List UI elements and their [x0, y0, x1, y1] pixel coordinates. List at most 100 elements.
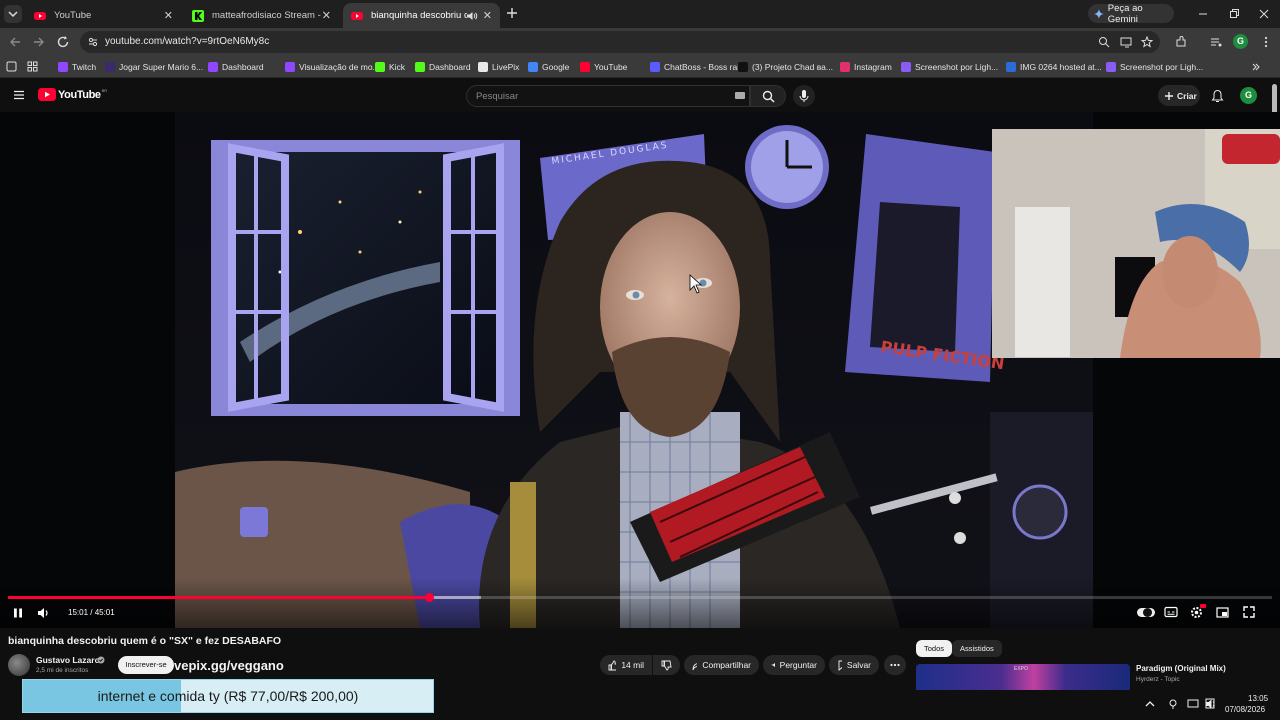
close-icon[interactable]: ✕ [483, 9, 492, 22]
kick-icon [192, 9, 204, 22]
channel-name[interactable]: Gustavo Lazaro [36, 655, 100, 665]
bookmark-label: Jogar Super Mario 6... [119, 62, 204, 72]
bookmark-item[interactable]: Kick [375, 61, 405, 73]
url-text: youtube.com/watch?v=9rtOeN6My8c [105, 36, 270, 47]
chip-assistidos[interactable]: Assistidos [952, 640, 1002, 657]
youtube-logo-text: YouTube [58, 88, 101, 101]
profile-avatar[interactable]: G [1233, 34, 1248, 49]
tab-youtube[interactable]: YouTube ✕ [26, 3, 181, 28]
chip-todos[interactable]: Todos [916, 640, 953, 657]
bookmark-star-icon[interactable] [1141, 36, 1153, 48]
pause-icon[interactable] [12, 607, 24, 619]
cast-icon[interactable] [1120, 36, 1132, 48]
back-icon[interactable] [8, 35, 22, 49]
progress-bar[interactable] [8, 593, 1272, 602]
progress-scrubber[interactable] [424, 593, 434, 602]
search-input[interactable]: Pesquisar [466, 85, 750, 107]
bookmark-item[interactable]: Screenshot por Ligh... [901, 61, 998, 73]
tab-list-button[interactable] [4, 5, 22, 23]
extensions-icon[interactable] [1174, 35, 1188, 49]
voice-search-button[interactable] [793, 85, 815, 107]
keyboard-icon[interactable] [735, 92, 745, 100]
miniplayer-icon[interactable] [1216, 607, 1229, 618]
bookmark-item[interactable]: YouTube [580, 61, 627, 73]
tab-current-video[interactable]: bianquinha descobriu quem é o ✕ [343, 3, 500, 28]
bookmark-item[interactable]: Visualização de mo... [285, 61, 380, 73]
share-button[interactable]: Compartilhar [684, 655, 759, 675]
reload-icon[interactable] [56, 35, 70, 49]
sparkle-icon [771, 663, 775, 667]
menu-dots-icon[interactable] [1259, 35, 1273, 49]
chevron-right-icon[interactable] [1251, 62, 1261, 72]
create-button[interactable]: Criar [1158, 85, 1200, 106]
recommended-thumbnail[interactable]: EXPO [916, 664, 1130, 690]
bookmark-label: YouTube [594, 62, 628, 72]
location-icon[interactable] [1167, 698, 1179, 710]
hamburger-menu-icon[interactable] [13, 89, 25, 101]
clock-date[interactable]: 07/08/2026 [1225, 705, 1265, 714]
restore-button[interactable] [1227, 7, 1241, 21]
like-button[interactable]: 14 mil [600, 655, 652, 675]
tray-chevron-icon[interactable] [1144, 698, 1156, 710]
time-display: 15:01 / 45:01 [68, 608, 115, 617]
close-window-button[interactable] [1257, 7, 1271, 21]
bookmark-favicon-icon [1106, 62, 1116, 72]
bookmark-item[interactable]: ChatBoss - Boss rai... [650, 61, 746, 73]
clock-time[interactable]: 13:05 [1248, 694, 1268, 703]
bookmark-favicon-icon [375, 62, 385, 72]
fullscreen-icon[interactable] [1243, 606, 1255, 618]
search-button[interactable] [750, 85, 786, 107]
volume-icon[interactable] [37, 607, 50, 619]
youtube-logo[interactable]: YouTube BR [38, 88, 107, 101]
notifications-bell-icon[interactable] [1211, 89, 1224, 103]
channel-avatar[interactable] [8, 654, 30, 676]
bookmark-item[interactable]: LivePix [478, 61, 519, 73]
more-actions-button[interactable] [884, 655, 906, 675]
bookmarks-icon[interactable] [6, 61, 17, 72]
tab-kick-stream[interactable]: matteafrodisiaco Stream - Watch ✕ [184, 3, 339, 28]
tab-title: YouTube [54, 10, 92, 21]
site-info-icon[interactable] [87, 36, 99, 48]
share-label: Compartilhar [702, 660, 751, 670]
close-icon[interactable]: ✕ [322, 9, 331, 22]
gemini-button[interactable]: Peça ao Gemini [1088, 2, 1174, 25]
bookmark-favicon-icon [105, 62, 115, 72]
save-button[interactable]: Salvar [829, 655, 879, 675]
youtube-play-logo-icon [38, 88, 56, 101]
account-avatar[interactable]: G [1240, 87, 1257, 104]
zoom-icon[interactable] [1098, 36, 1110, 48]
video-player[interactable]: MICHAEL DOUGLAS PULP FICTION 15:01 / 45:… [0, 112, 1280, 628]
youtube-icon [351, 11, 363, 20]
controls-gradient [0, 578, 1280, 628]
display-icon[interactable] [1187, 698, 1199, 710]
subtitles-icon[interactable] [1164, 606, 1178, 618]
bookmark-item[interactable]: Instagram [840, 61, 892, 73]
bookmark-item[interactable]: IMG 0264 hosted at... [1006, 61, 1102, 73]
bookmark-favicon-icon [1006, 62, 1016, 72]
bookmark-label: Dashboard [429, 62, 471, 72]
overlay-link-text: vepix.gg/veggano [174, 658, 284, 673]
media-control-icon[interactable] [1209, 35, 1223, 49]
recommended-title[interactable]: Paradigm (Original Mix) [1136, 664, 1226, 673]
close-icon[interactable]: ✕ [164, 9, 173, 22]
new-tab-button[interactable] [505, 6, 519, 20]
bookmark-item[interactable]: Google [528, 61, 569, 73]
minimize-button[interactable] [1196, 7, 1210, 21]
autoplay-toggle[interactable] [1137, 608, 1155, 617]
address-bar[interactable]: youtube.com/watch?v=9rtOeN6My8c [80, 31, 1160, 53]
subscribe-button[interactable]: Inscrever-se [118, 656, 174, 674]
speaker-icon[interactable] [466, 10, 478, 22]
speaker-icon[interactable] [1205, 698, 1217, 710]
apps-grid-icon[interactable] [27, 61, 38, 72]
bookmark-item[interactable]: Twitch [58, 61, 96, 73]
gemini-label: Peça ao Gemini [1107, 2, 1143, 25]
bookmark-item[interactable]: Dashboard [415, 61, 471, 73]
dislike-button[interactable] [653, 655, 680, 675]
bookmark-item[interactable]: Screenshot por Ligh... [1106, 61, 1203, 73]
bookmark-item[interactable]: Dashboard [208, 61, 264, 73]
bookmark-item[interactable]: (3) Projeto Chad ва... [738, 61, 833, 73]
bookmark-favicon-icon [415, 62, 425, 72]
forward-icon[interactable] [32, 35, 46, 49]
ask-button[interactable]: Perguntar [763, 655, 825, 675]
bookmark-item[interactable]: Jogar Super Mario 6... [105, 61, 203, 73]
